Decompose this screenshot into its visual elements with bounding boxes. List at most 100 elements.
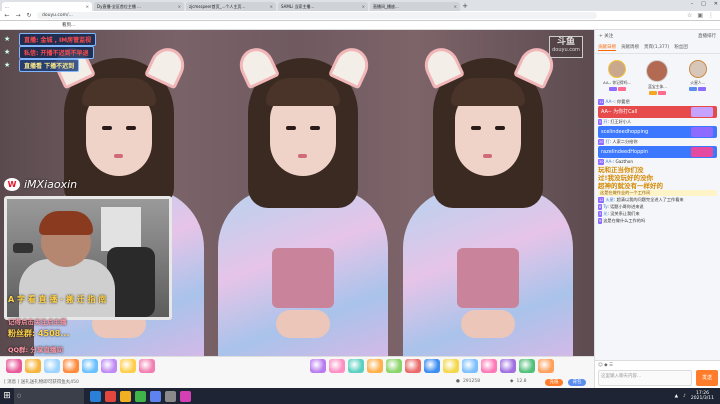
chat-message: 3 光: 没关系让我们来 xyxy=(598,211,640,217)
browser-tab[interactable]: 直播间_播放... × xyxy=(370,2,460,11)
right-gift-icon[interactable] xyxy=(348,359,364,373)
taskbar-app-icon[interactable] xyxy=(180,390,191,402)
overlay-banner: ★ 私信: 开播不迟到不早退 xyxy=(4,46,94,59)
streamer-figure xyxy=(210,42,396,356)
chat-messages: 11 AA--: 你要把 AA-- 为你打Call 5 开: 打王好小人 scelinde… xyxy=(595,97,720,227)
back-icon[interactable]: ← xyxy=(4,12,10,19)
right-gift-icon[interactable] xyxy=(500,359,516,373)
tab-fans[interactable]: 粉丝团 xyxy=(674,44,688,51)
right-gift-icon[interactable] xyxy=(405,359,421,373)
tab-vip[interactable]: 贵宾(1,377) xyxy=(644,44,669,51)
overlay-banner: ★ 直播看 下播不迟到 xyxy=(4,59,80,72)
taskbar-app-icon[interactable] xyxy=(90,390,101,402)
banner-text: 私信: 开播不迟到不早退 xyxy=(19,46,94,59)
rank-label[interactable]: 直播排行 xyxy=(698,33,716,39)
close-icon[interactable]: × xyxy=(362,2,365,11)
left-gift-icon[interactable] xyxy=(44,359,60,373)
rank-item[interactable]: 蓝宝主体... xyxy=(637,60,677,95)
right-gift-icon[interactable] xyxy=(310,359,326,373)
rank-tabs: 贡献日榜 贡献周榜 贵宾(1,377) 粉丝团 xyxy=(595,42,720,54)
streamer-figure xyxy=(395,42,581,356)
chat-text: 打王好小人 xyxy=(610,119,632,124)
right-gift-icon[interactable] xyxy=(462,359,478,373)
left-gift-icon[interactable] xyxy=(101,359,117,373)
maximize-button[interactable]: □ xyxy=(701,1,706,7)
menu-icon[interactable]: ⋮ xyxy=(708,12,714,19)
left-gift-icon[interactable] xyxy=(82,359,98,373)
avatar xyxy=(646,60,669,82)
level-badge: 8 xyxy=(598,204,603,210)
browser-tab[interactable]: zjcmsspeer首页_...个人主页... × xyxy=(186,2,276,11)
right-gift-icon[interactable] xyxy=(538,359,554,373)
right-gift-icon[interactable] xyxy=(386,359,402,373)
fish-bar-icon: ◆ xyxy=(510,379,514,384)
close-icon[interactable]: × xyxy=(86,2,89,11)
right-gift-icon[interactable] xyxy=(424,359,440,373)
rank-item[interactable]: 火星人... xyxy=(678,60,718,95)
tab-daily[interactable]: 贡献日榜 xyxy=(598,44,616,51)
volume-icon[interactable]: ♪ xyxy=(683,394,686,399)
close-icon[interactable]: × xyxy=(454,2,457,11)
chat-text: 你要把 xyxy=(617,99,630,104)
taskbar-app-icon[interactable] xyxy=(105,390,116,402)
chat-text: 超清以我的问题完全进入了工作看来 xyxy=(616,197,684,202)
url-field[interactable]: douyu.com/... xyxy=(37,12,597,19)
send-button[interactable]: 发送 xyxy=(696,370,718,386)
right-gift-icon[interactable] xyxy=(519,359,535,373)
recharge-button[interactable]: 充值 xyxy=(545,379,563,386)
taskbar-app-icon[interactable] xyxy=(120,390,131,402)
chat-big-message: 超神的就没有一样好的 xyxy=(598,182,663,190)
chat-username: AA- xyxy=(605,159,613,164)
start-button[interactable]: ⊞ xyxy=(0,388,14,404)
taskbar-app-icon[interactable] xyxy=(150,390,161,402)
follow-button[interactable]: + 关注 xyxy=(599,33,613,39)
tab-weekly[interactable]: 贡献周榜 xyxy=(621,44,639,51)
extensions-icon[interactable]: ▣ xyxy=(697,12,703,19)
chat-input[interactable]: 这里输入聊天内容... xyxy=(598,370,692,386)
left-gift-icon[interactable] xyxy=(139,359,155,373)
browser-tab[interactable]: Dy直播-全区首位主播 ... × xyxy=(94,2,184,11)
right-gift-icon[interactable] xyxy=(367,359,383,373)
taskbar-search[interactable]: ○ xyxy=(14,388,84,404)
left-gift-icon[interactable] xyxy=(6,359,22,373)
backpack-button[interactable]: 背包 xyxy=(568,379,586,386)
right-gift-icon[interactable] xyxy=(443,359,459,373)
taskbar-app-icon[interactable] xyxy=(165,390,176,402)
tab-title: 直播间_播放... xyxy=(373,4,399,9)
right-gift-icon[interactable] xyxy=(329,359,345,373)
chat-sidebar: + 关注 直播排行 贡献日榜 贡献周榜 贵宾(1,377) 粉丝团 AA-- 你… xyxy=(594,30,720,388)
chat-text: 没关系让我们来 xyxy=(610,211,640,216)
info-line: 记得点击关注点主播 xyxy=(8,318,67,326)
left-gift-icon[interactable] xyxy=(120,359,136,373)
level-badge: 9 xyxy=(598,218,603,224)
bookmark-item[interactable]: 看到... xyxy=(62,22,75,28)
browser-tab[interactable]: SAMLi 当家主播... × xyxy=(278,2,368,11)
left-gift-icon[interactable] xyxy=(63,359,79,373)
star-icon[interactable]: ☆ xyxy=(687,12,692,19)
chat-username: AA-- xyxy=(605,99,615,104)
left-gift-icon[interactable] xyxy=(25,359,41,373)
close-icon[interactable]: × xyxy=(178,2,181,11)
chat-tools[interactable]: ☺ ◆ ☰ xyxy=(595,361,720,370)
gift-notice: [ 消息 ] 送礼送礼物即可获得鱼丸450 xyxy=(4,380,79,385)
close-icon[interactable]: × xyxy=(270,2,273,11)
taskbar-app-icon[interactable] xyxy=(135,390,146,402)
network-icon[interactable]: ▲ xyxy=(675,394,678,399)
chat-message: 9 这是在做什么工作的吗 xyxy=(598,218,717,224)
chat-big-message: 过!我没玩好的没你 xyxy=(598,174,653,182)
video-player[interactable]: 斗鱼 douyu.com ★ 直播: 金城 , IM房管监视 ★ 私信: 开播不迟… xyxy=(0,30,594,356)
gift-list-right xyxy=(310,359,554,373)
avatar xyxy=(608,60,627,78)
gift-bar: [ 消息 ] 送礼送礼物即可获得鱼丸450 ● 291258 ◆ 12.8 充值 背… xyxy=(0,356,594,388)
right-gift-icon[interactable] xyxy=(481,359,497,373)
clock[interactable]: 17:26 2021/3/11 xyxy=(691,391,714,401)
rank-item[interactable]: AA-- 你记得吗... xyxy=(597,60,637,95)
minimize-button[interactable]: – xyxy=(691,1,694,7)
chat-text: 人家二分给你 xyxy=(612,139,638,144)
reload-icon[interactable]: ↻ xyxy=(26,12,32,19)
forward-icon[interactable]: → xyxy=(15,12,21,19)
new-tab-button[interactable]: + xyxy=(460,2,470,11)
browser-tab[interactable]: ... × xyxy=(2,2,92,11)
close-window-button[interactable]: ✕ xyxy=(714,1,718,7)
fish-ball-icon: ● xyxy=(456,379,460,384)
